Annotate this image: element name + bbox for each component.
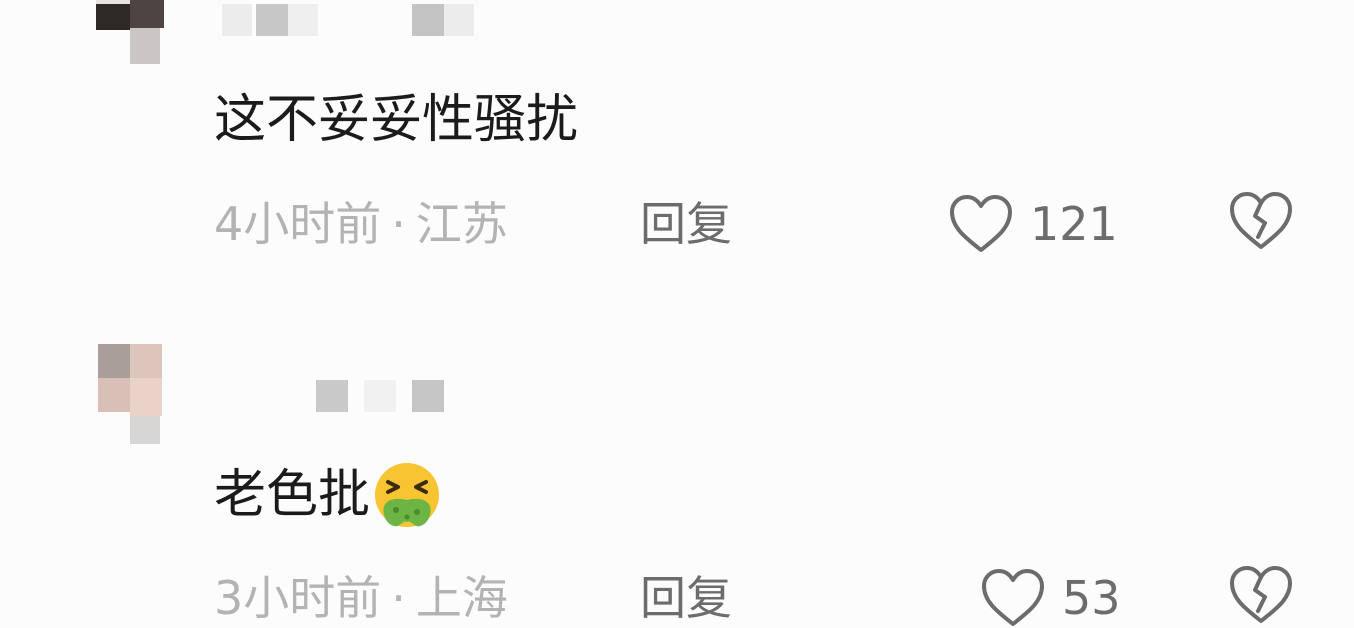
broken-heart-icon <box>1230 566 1292 623</box>
broken-heart-icon <box>1230 192 1292 249</box>
like-button[interactable]: 53 <box>978 566 1121 628</box>
username-pixelated[interactable] <box>316 380 456 414</box>
user-avatar[interactable] <box>96 344 164 444</box>
comment-text: 这不妥妥性骚扰 <box>214 90 578 150</box>
comment-meta: 3小时前 · 上海 <box>214 570 508 626</box>
heart-outline-icon <box>950 195 1012 252</box>
comment-text-content: 这不妥妥性骚扰 <box>214 90 579 150</box>
reply-button[interactable]: 回复 <box>640 570 732 626</box>
dislike-button[interactable] <box>1226 190 1296 252</box>
meta-separator: · <box>391 571 406 625</box>
comment-time: 4小时前 <box>214 197 382 251</box>
heart-outline-icon <box>982 569 1044 626</box>
user-avatar[interactable] <box>96 0 164 66</box>
like-count: 53 <box>1062 571 1121 625</box>
comment-item: 这不妥妥性骚扰 4小时前 · 江苏 回复 121 <box>0 0 1354 300</box>
comment-text: 老色批 <box>214 460 442 530</box>
like-button[interactable]: 121 <box>946 192 1118 256</box>
dislike-button[interactable] <box>1226 564 1296 626</box>
comment-list: 这不妥妥性骚扰 4小时前 · 江苏 回复 121 老色批 3小时前 · 上海 回… <box>0 0 1354 628</box>
comment-time: 3小时前 <box>214 571 382 625</box>
comment-meta: 4小时前 · 江苏 <box>214 196 508 252</box>
meta-separator: · <box>391 197 406 251</box>
username-pixelated[interactable] <box>222 4 482 38</box>
like-count: 121 <box>1030 197 1118 251</box>
comment-item: 老色批 3小时前 · 上海 回复 53 <box>0 330 1354 628</box>
nauseated-face-emoji <box>375 463 440 527</box>
reply-button[interactable]: 回复 <box>640 196 732 252</box>
comment-text-content: 老色批 <box>214 465 371 525</box>
comment-location: 江苏 <box>415 197 508 251</box>
comment-location: 上海 <box>415 571 508 625</box>
